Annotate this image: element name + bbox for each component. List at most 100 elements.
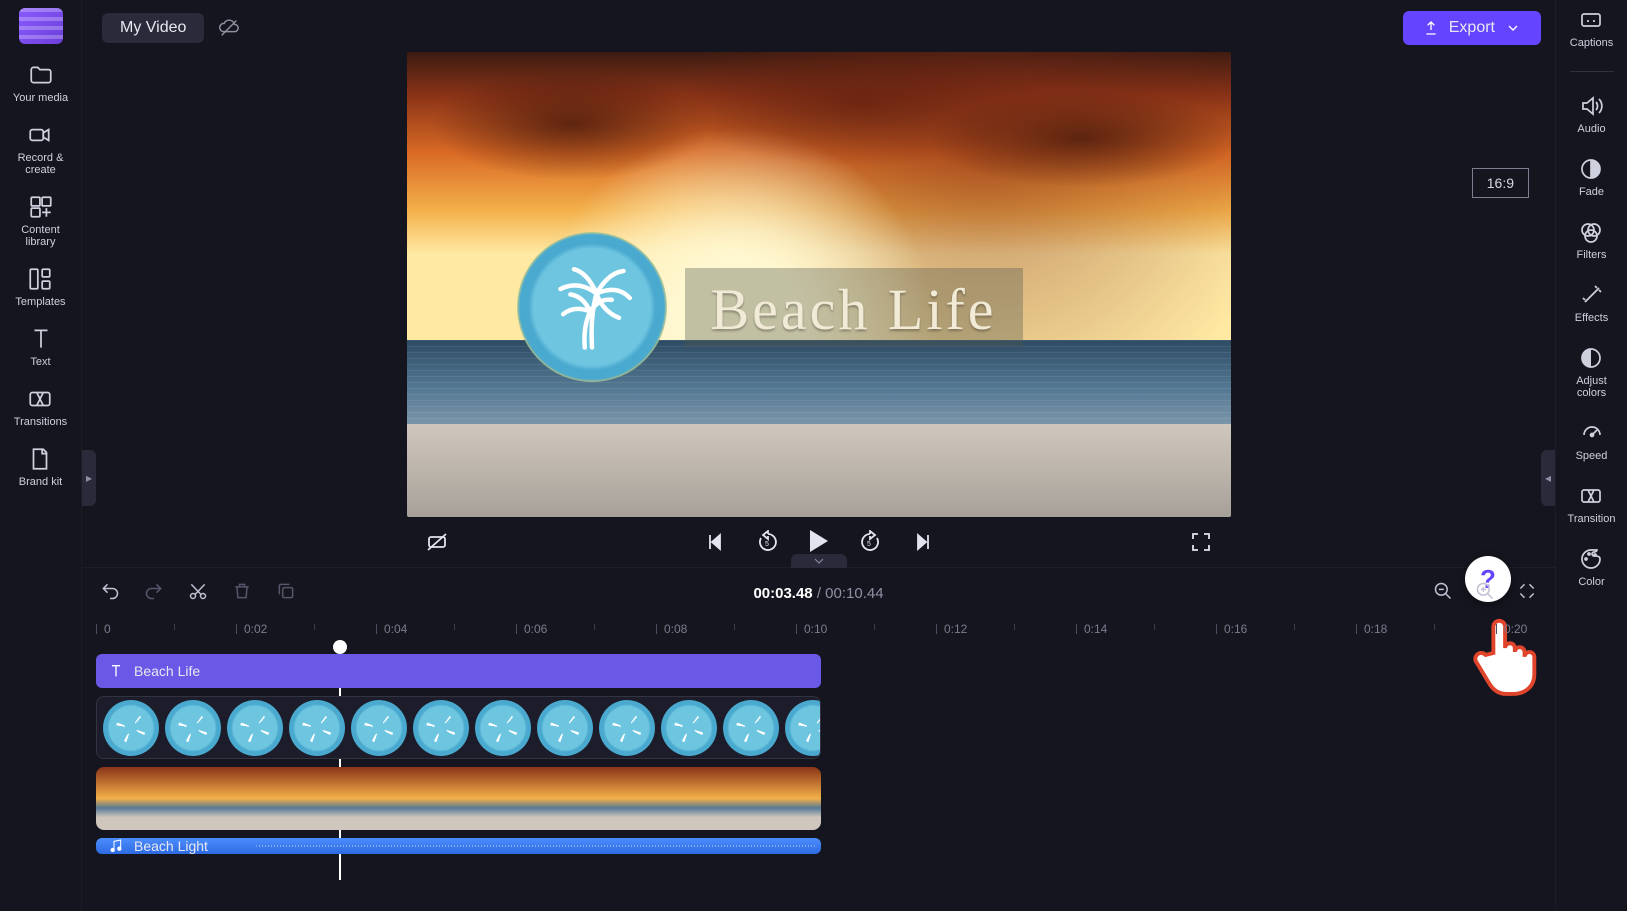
fullscreen-icon[interactable] bbox=[1189, 530, 1213, 554]
nav-label: Record & create bbox=[18, 152, 64, 176]
filters-icon bbox=[1579, 220, 1603, 244]
video-clip[interactable] bbox=[96, 767, 821, 830]
brandkit-icon bbox=[27, 446, 53, 472]
zoom-fit-button[interactable] bbox=[1517, 581, 1537, 606]
folder-icon bbox=[28, 62, 54, 88]
nav-label: Brand kit bbox=[19, 476, 62, 488]
rnav-audio[interactable]: Audio bbox=[1577, 94, 1605, 135]
redo-button bbox=[144, 581, 164, 606]
play-button[interactable] bbox=[810, 530, 828, 552]
effects-icon bbox=[1580, 283, 1604, 307]
chevron-down-icon bbox=[1505, 20, 1521, 36]
color-icon bbox=[1579, 547, 1603, 571]
fade-icon bbox=[1579, 157, 1603, 181]
zoom-in-button[interactable] bbox=[1475, 581, 1495, 606]
aspect-ratio-chip[interactable]: 16:9 bbox=[1472, 168, 1529, 198]
preview-canvas[interactable]: Beach Life bbox=[407, 52, 1231, 517]
templates-icon bbox=[27, 266, 53, 292]
crop-off-icon[interactable] bbox=[425, 530, 449, 554]
preview-sand bbox=[407, 424, 1231, 517]
cloud-sync-off-icon[interactable] bbox=[218, 17, 240, 39]
text-icon bbox=[28, 326, 54, 352]
cut-button[interactable] bbox=[188, 581, 208, 606]
time-current: 00:03.48 bbox=[753, 585, 812, 602]
nav-label: Transitions bbox=[14, 416, 67, 428]
rnav-fade[interactable]: Fade bbox=[1579, 157, 1604, 198]
nav-label: Content library bbox=[21, 224, 60, 248]
skip-end-icon[interactable] bbox=[912, 530, 936, 554]
rnav-label: Adjust colors bbox=[1576, 375, 1607, 399]
preview-title-text: Beach Life bbox=[685, 268, 1023, 347]
nav-templates[interactable]: Templates bbox=[15, 266, 65, 308]
timecode-display: 00:03.48 / 00:10.44 bbox=[753, 585, 883, 602]
expand-right-panel[interactable]: ◂ bbox=[1541, 450, 1555, 506]
nav-label: Your media bbox=[13, 92, 68, 104]
image-clip[interactable] bbox=[96, 696, 821, 759]
adjust-icon bbox=[1579, 346, 1603, 370]
svg-text:5: 5 bbox=[867, 541, 871, 548]
rnav-label: Fade bbox=[1579, 186, 1604, 198]
nav-transitions[interactable]: Transitions bbox=[14, 386, 67, 428]
audio-clip-label: Beach Light bbox=[134, 838, 208, 854]
timeline-toolbar: 00:03.48 / 00:10.44 bbox=[82, 568, 1555, 618]
top-bar: My Video Export bbox=[82, 0, 1555, 56]
rnav-transition[interactable]: Transition bbox=[1568, 484, 1616, 525]
time-total: 00:10.44 bbox=[825, 585, 883, 602]
rnav-captions[interactable]: Captions bbox=[1570, 8, 1613, 49]
rnav-effects[interactable]: Effects bbox=[1575, 283, 1608, 324]
library-icon bbox=[28, 194, 54, 220]
zoom-out-button[interactable] bbox=[1433, 581, 1453, 606]
text-clip-label: Beach Life bbox=[134, 663, 200, 679]
nav-label: Templates bbox=[15, 296, 65, 308]
rnav-label: Captions bbox=[1570, 37, 1613, 49]
preview-overlay: Beach Life bbox=[517, 232, 1023, 382]
upload-icon bbox=[1423, 20, 1439, 36]
svg-text:5: 5 bbox=[765, 541, 769, 548]
nav-brand-kit[interactable]: Brand kit bbox=[19, 446, 62, 488]
rnav-filters[interactable]: Filters bbox=[1577, 220, 1607, 261]
camera-icon bbox=[27, 122, 53, 148]
nav-content-library[interactable]: Content library bbox=[21, 194, 60, 248]
rewind-5-icon[interactable]: 5 bbox=[756, 530, 780, 554]
nav-your-media[interactable]: Your media bbox=[13, 62, 68, 104]
timeline-ruler[interactable]: 00:020:040:060:080:100:120:140:160:180:2… bbox=[96, 618, 1541, 654]
text-clip[interactable]: Beach Life bbox=[96, 654, 821, 688]
palm-tree-icon bbox=[547, 262, 637, 352]
text-icon bbox=[108, 663, 124, 679]
rnav-label: Audio bbox=[1577, 123, 1605, 135]
forward-5-icon[interactable]: 5 bbox=[858, 530, 882, 554]
undo-button[interactable] bbox=[100, 581, 120, 606]
nav-text[interactable]: Text bbox=[28, 326, 54, 368]
rnav-label: Color bbox=[1578, 576, 1604, 588]
speed-icon bbox=[1580, 421, 1604, 445]
rnav-adjust-colors[interactable]: Adjust colors bbox=[1576, 346, 1607, 399]
nav-label: Text bbox=[30, 356, 50, 368]
left-sidebar: Your media Record & create Content libra… bbox=[0, 0, 82, 911]
collapse-timeline-button[interactable] bbox=[791, 554, 847, 568]
captions-icon bbox=[1579, 8, 1603, 32]
delete-button bbox=[232, 581, 252, 606]
rnav-label: Effects bbox=[1575, 312, 1608, 324]
main-area: My Video Export 16:9 bbox=[82, 0, 1555, 911]
project-title[interactable]: My Video bbox=[102, 13, 204, 43]
right-sidebar: Captions Audio Fade Filters Effects Adju… bbox=[1555, 0, 1627, 911]
rnav-color[interactable]: Color bbox=[1578, 547, 1604, 588]
divider bbox=[1570, 71, 1614, 72]
rnav-speed[interactable]: Speed bbox=[1576, 421, 1608, 462]
rnav-label: Speed bbox=[1576, 450, 1608, 462]
nav-record-create[interactable]: Record & create bbox=[18, 122, 64, 176]
timeline-panel: 00:03.48 / 00:10.44 00:020:040:060:080:1… bbox=[82, 567, 1555, 911]
duplicate-button bbox=[276, 581, 296, 606]
app-logo bbox=[19, 8, 63, 44]
transition-icon bbox=[1579, 484, 1603, 508]
export-label: Export bbox=[1449, 19, 1495, 37]
audio-icon bbox=[1579, 94, 1603, 118]
timeline-tracks: Beach Life Beach Light bbox=[96, 654, 1541, 880]
sun-logo-icon bbox=[517, 232, 667, 382]
music-note-icon bbox=[108, 838, 124, 854]
rnav-label: Transition bbox=[1568, 513, 1616, 525]
export-button[interactable]: Export bbox=[1403, 11, 1541, 45]
rnav-label: Filters bbox=[1577, 249, 1607, 261]
skip-start-icon[interactable] bbox=[702, 530, 726, 554]
audio-clip[interactable]: Beach Light bbox=[96, 838, 821, 854]
